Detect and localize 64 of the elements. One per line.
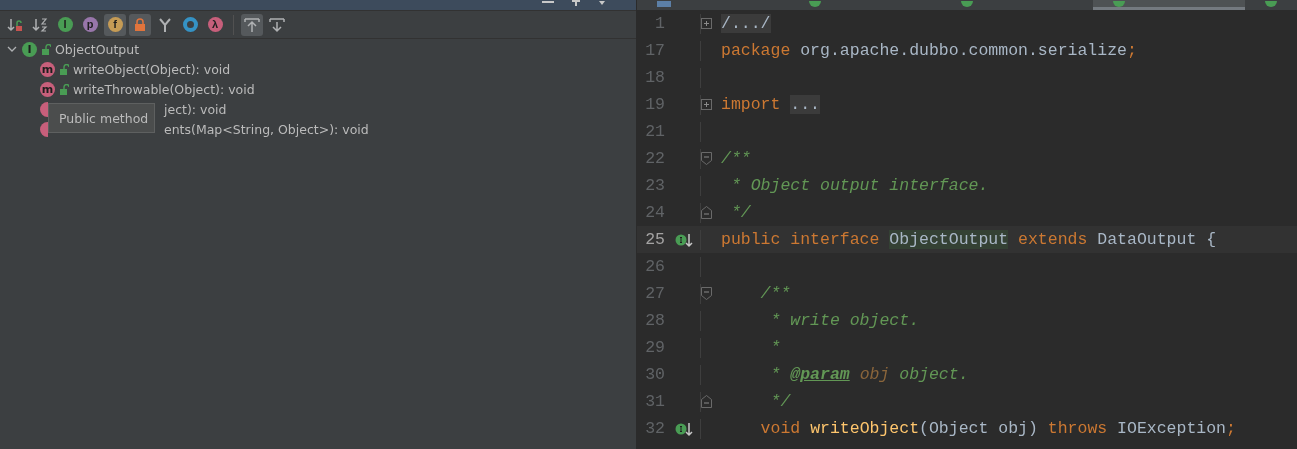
lock-icon xyxy=(134,18,146,31)
options-icon[interactable] xyxy=(598,0,606,6)
collapse-fold-icon xyxy=(701,152,712,165)
line-number: 25 xyxy=(644,230,665,249)
line-number: 17 xyxy=(644,41,665,60)
implemented-icon[interactable] xyxy=(675,420,693,437)
tree-item[interactable]: ObjectOutput xyxy=(55,41,140,57)
tree-item[interactable]: ents(Map<String, Object>): void xyxy=(164,121,369,137)
toolbar-button[interactable] xyxy=(129,13,151,36)
sort-alphabetically-icon xyxy=(32,16,48,33)
code-line: void writeObject(Object obj) throws IOException; xyxy=(759,419,1236,438)
collapse-fold-icon xyxy=(701,206,712,219)
line-number: 1 xyxy=(654,14,665,33)
pin-icon[interactable] xyxy=(572,0,580,6)
class-file-icon xyxy=(809,1,821,7)
fork-icon xyxy=(158,17,172,32)
tree-item[interactable]: writeThrowable(Object): void xyxy=(73,81,255,97)
line-number: 18 xyxy=(644,68,665,87)
code-line: * Object output interface. xyxy=(729,176,989,195)
code-line: */ xyxy=(729,203,751,222)
code-line: import ... xyxy=(721,95,821,114)
line-number: 31 xyxy=(644,392,665,411)
tooltip: Public method xyxy=(48,103,155,133)
lock-icon xyxy=(41,43,51,55)
code-line: /** xyxy=(721,149,751,168)
method-icon: m xyxy=(40,81,55,97)
line-number: 21 xyxy=(644,122,665,141)
line-number: 29 xyxy=(644,338,665,357)
minimize-icon[interactable] xyxy=(542,0,554,4)
code-line: /** xyxy=(759,284,791,303)
tree-item[interactable]: ject): void xyxy=(164,101,227,117)
sort-visibility-icon xyxy=(7,16,23,33)
line-number: 32 xyxy=(644,419,665,438)
class-file-icon xyxy=(1265,1,1277,7)
scroll-from-source-icon xyxy=(269,16,285,33)
class-file-icon xyxy=(1113,1,1125,7)
line-number: 27 xyxy=(644,284,665,303)
code-line: * @param obj object. xyxy=(769,365,969,384)
expand-fold-icon xyxy=(701,99,712,110)
code-line: * write object. xyxy=(769,311,920,330)
line-number: 30 xyxy=(644,365,665,384)
interface-icon: I xyxy=(22,41,37,57)
scroll-to-source-icon xyxy=(244,16,260,33)
code-line: public interface ObjectOutput extends DataOutput { xyxy=(721,230,1217,249)
code-line: package org.apache.dubbo.common.serialize; xyxy=(721,41,1137,60)
markdown-file-icon xyxy=(657,1,671,7)
line-number: 19 xyxy=(644,95,665,114)
line-number: 23 xyxy=(644,176,665,195)
code-line: */ xyxy=(769,392,791,411)
method-icon: m xyxy=(40,61,55,77)
lock-icon xyxy=(59,83,69,95)
collapse-fold-icon xyxy=(701,395,712,408)
tree-item[interactable]: writeObject(Object): void xyxy=(73,61,231,77)
expand-fold-icon xyxy=(701,18,712,29)
implemented-icon[interactable] xyxy=(675,231,693,248)
line-number: 24 xyxy=(644,203,665,222)
class-file-icon xyxy=(961,1,973,7)
line-number: 22 xyxy=(644,149,665,168)
line-number: 28 xyxy=(644,311,665,330)
lock-icon xyxy=(59,63,69,75)
collapse-fold-icon xyxy=(701,287,712,300)
code-line: * xyxy=(769,338,781,357)
line-number: 26 xyxy=(644,257,665,276)
toolbar-button[interactable] xyxy=(241,13,263,36)
